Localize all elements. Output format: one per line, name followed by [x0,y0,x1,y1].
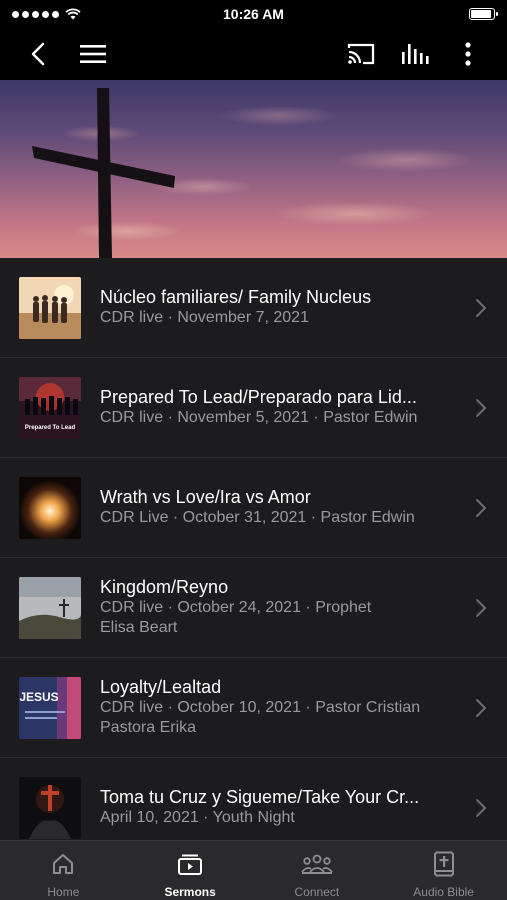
sermon-thumbnail [19,577,81,639]
back-arrow-icon [31,42,45,66]
status-bar: 10:26 AM [0,0,507,28]
tab-sermons[interactable]: Sermons [127,841,254,900]
sermon-meta: April 10, 2021 · Youth Night [100,809,295,826]
sermon-thumbnail: Prepared To Lead [19,377,81,439]
sermon-row[interactable]: Prepared To Lead Prepared To Lead/Prepar… [0,358,507,458]
thumb-text: JESUS [19,690,58,704]
sermon-row[interactable]: Núcleo familiares/ Family Nucleus CDR li… [0,258,507,358]
sermon-row[interactable]: Wrath vs Love/Ira vs Amor CDR Live · Oct… [0,458,507,558]
sermon-thumbnail: JESUS [19,677,81,739]
menu-button[interactable] [76,28,110,80]
signal-wifi-group [12,8,81,20]
sermon-thumbnail [19,777,81,839]
audio-button[interactable] [398,28,432,80]
connect-icon [301,854,333,874]
audio-levels-icon [402,44,429,64]
cast-icon [347,43,375,65]
sermon-list: Núcleo familiares/ Family Nucleus CDR li… [0,258,507,840]
more-icon [465,42,471,66]
sermon-title: Núcleo familiares/ Family Nucleus [100,287,372,307]
menu-icon [80,45,106,63]
sermon-thumbnail [19,477,81,539]
chevron-right-icon [476,599,487,617]
tab-audio-bible[interactable]: Audio Bible [380,841,507,900]
signal-strength-icon [12,10,59,18]
bottom-tab-bar: Home Sermons Connect Audio Bible [0,840,507,900]
tab-label: Audio Bible [413,885,474,899]
sermon-title: Kingdom/Reyno [100,577,229,597]
chevron-right-icon [476,399,487,417]
tab-home[interactable]: Home [0,841,127,900]
sermon-row[interactable]: Kingdom/Reyno CDR live · October 24, 202… [0,558,507,658]
sermon-title: Wrath vs Love/Ira vs Amor [100,487,311,507]
chevron-right-icon [476,699,487,717]
sermon-title: Toma tu Cruz y Sigueme/Take Your Cr... [100,787,420,807]
cast-button[interactable] [344,28,378,80]
sermon-meta-line2: Pastora Erika [100,719,197,736]
bible-icon [433,851,454,877]
tab-label: Sermons [164,885,216,899]
more-button[interactable] [456,28,480,80]
sermon-meta: CDR live · November 5, 2021 · Pastor Edw… [100,409,418,426]
sermon-title: Loyalty/Lealtad [100,677,222,697]
wifi-icon [65,8,81,20]
chevron-right-icon [476,799,487,817]
chevron-right-icon [476,299,487,317]
home-icon [53,854,74,874]
tab-label: Home [47,885,80,899]
battery-icon [469,8,498,20]
sermon-meta-line2: Elisa Beart [100,619,178,636]
sermon-row[interactable]: JESUS Loyalty/Lealtad CDR live · October… [0,658,507,758]
tab-label: Connect [294,885,340,899]
sermon-row[interactable]: Toma tu Cruz y Sigueme/Take Your Cr... A… [0,758,507,840]
sermons-icon [178,854,203,875]
top-nav-bar [0,28,507,80]
sermon-thumbnail [19,277,81,339]
sermon-meta: CDR live · October 24, 2021 · Prophet [100,599,372,616]
cross-silhouette [32,88,175,258]
sermon-meta: CDR live · November 7, 2021 [100,309,309,326]
thumb-text: Prepared To Lead [25,425,76,431]
battery-level [471,10,491,18]
hero-image-cross [0,80,507,258]
chevron-right-icon [476,499,487,517]
back-button[interactable] [22,28,54,80]
sermon-title: Prepared To Lead/Preparado para Lid... [100,387,417,407]
tab-connect[interactable]: Connect [254,841,381,900]
sermon-meta: CDR live · October 10, 2021 · Pastor Cri… [100,699,421,716]
sermon-meta: CDR Live · October 31, 2021 · Pastor Edw… [100,509,415,526]
